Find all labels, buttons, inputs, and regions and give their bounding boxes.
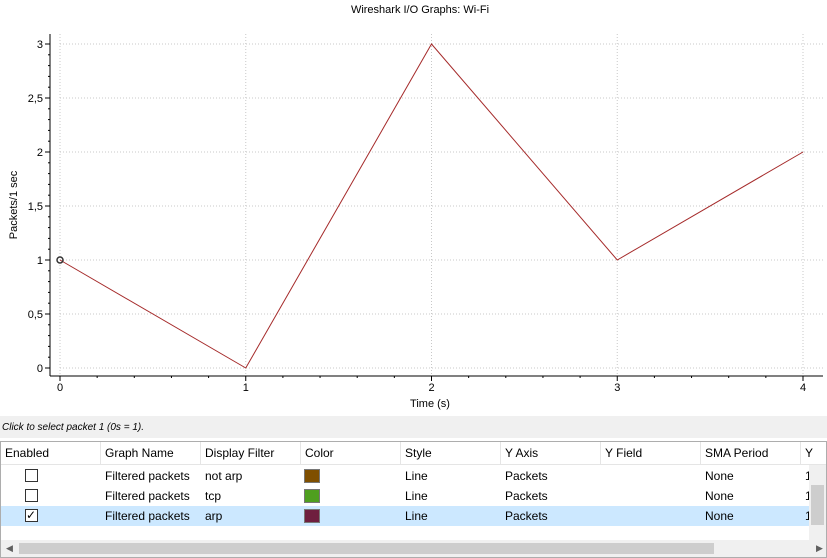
data-point[interactable] [59, 259, 61, 261]
cell-name[interactable]: Filtered packets [101, 506, 201, 526]
column-header[interactable]: Color [301, 442, 401, 465]
scroll-left-icon[interactable]: ◀ [1, 540, 18, 557]
y-tick-label: 1 [37, 255, 43, 267]
cell-sma[interactable]: None [701, 466, 801, 486]
vertical-scrollbar[interactable] [809, 465, 826, 542]
cell-sma[interactable]: None [701, 486, 801, 506]
scroll-right-icon[interactable]: ▶ [811, 540, 826, 557]
table-row[interactable]: Filtered packetsnot arpLinePacketsNone1 [1, 466, 812, 486]
cell-style[interactable]: Line [401, 486, 501, 506]
column-header[interactable]: Y Axis [501, 442, 601, 465]
y-axis-label: Packets/1 sec [8, 170, 20, 239]
x-tick-label: 1 [243, 382, 249, 394]
horizontal-scrollbar-thumb[interactable] [19, 543, 714, 554]
cell-y-field[interactable] [601, 486, 701, 506]
cell-y-field[interactable] [601, 466, 701, 486]
color-swatch[interactable] [304, 489, 320, 503]
cell-name[interactable]: Filtered packets [101, 486, 201, 506]
io-graph-plot[interactable]: Wireshark I/O Graphs: Wi-Fi Time (s) Pac… [0, 0, 827, 414]
enabled-checkbox[interactable]: ✓ [25, 508, 38, 522]
data-point[interactable] [802, 151, 804, 153]
column-header[interactable]: Style [401, 442, 501, 465]
cell-filter[interactable]: tcp [201, 486, 301, 506]
y-tick-label: 0,5 [28, 309, 43, 321]
io-graph-chart[interactable]: Wireshark I/O Graphs: Wi-Fi Time (s) Pac… [0, 0, 827, 414]
vertical-scrollbar-thumb[interactable] [811, 485, 824, 525]
x-tick-label: 0 [57, 382, 63, 394]
y-tick-label: 0 [37, 363, 43, 375]
y-tick-label: 2 [37, 147, 43, 159]
color-swatch[interactable] [304, 509, 320, 523]
data-point[interactable] [616, 259, 618, 261]
column-header[interactable]: Y [801, 442, 826, 465]
cell-filter[interactable]: arp [201, 506, 301, 526]
y-tick-label: 2,5 [28, 93, 43, 105]
x-tick-label: 2 [428, 382, 434, 394]
cell-name[interactable]: Filtered packets [101, 466, 201, 486]
column-header[interactable]: Graph Name [101, 442, 201, 465]
table-header: Enabled Graph Name Display Filter Color Styl… [1, 442, 826, 465]
column-header[interactable]: Display Filter [201, 442, 301, 465]
enabled-checkbox[interactable] [25, 469, 38, 482]
data-point[interactable] [431, 43, 433, 45]
color-swatch[interactable] [304, 469, 320, 483]
cell-filter[interactable]: not arp [201, 466, 301, 486]
cell-style[interactable]: Line [401, 466, 501, 486]
cell-sma[interactable]: None [701, 506, 801, 526]
x-tick-label: 3 [614, 382, 620, 394]
cell-y-axis[interactable]: Packets [501, 466, 601, 486]
y-tick-label: 3 [37, 39, 43, 51]
cell-y-axis[interactable]: Packets [501, 506, 601, 526]
cell-y-axis[interactable]: Packets [501, 486, 601, 506]
graph-table[interactable]: Enabled Graph Name Display Filter Color Styl… [0, 441, 827, 558]
column-header[interactable]: Enabled [1, 442, 101, 465]
cell-y-field[interactable] [601, 506, 701, 526]
chart-title: Wireshark I/O Graphs: Wi-Fi [351, 4, 489, 16]
x-axis-label: Time (s) [410, 398, 450, 410]
enabled-checkbox[interactable] [25, 489, 38, 502]
horizontal-scrollbar[interactable]: ◀ ▶ [1, 540, 826, 557]
cell-style[interactable]: Line [401, 506, 501, 526]
table-row[interactable]: Filtered packetstcpLinePacketsNone1 [1, 486, 812, 506]
column-header[interactable]: Y Field [601, 442, 701, 465]
table-row[interactable]: ✓Filtered packetsarpLinePacketsNone1 [1, 506, 812, 526]
y-tick-label: 1,5 [28, 201, 43, 213]
column-header[interactable]: SMA Period [701, 442, 801, 465]
x-tick-label: 4 [800, 382, 806, 394]
status-hint: Click to select packet 1 (0s = 1). [0, 416, 827, 438]
checkmark-icon: ✓ [26, 508, 37, 522]
data-point[interactable] [245, 367, 247, 369]
